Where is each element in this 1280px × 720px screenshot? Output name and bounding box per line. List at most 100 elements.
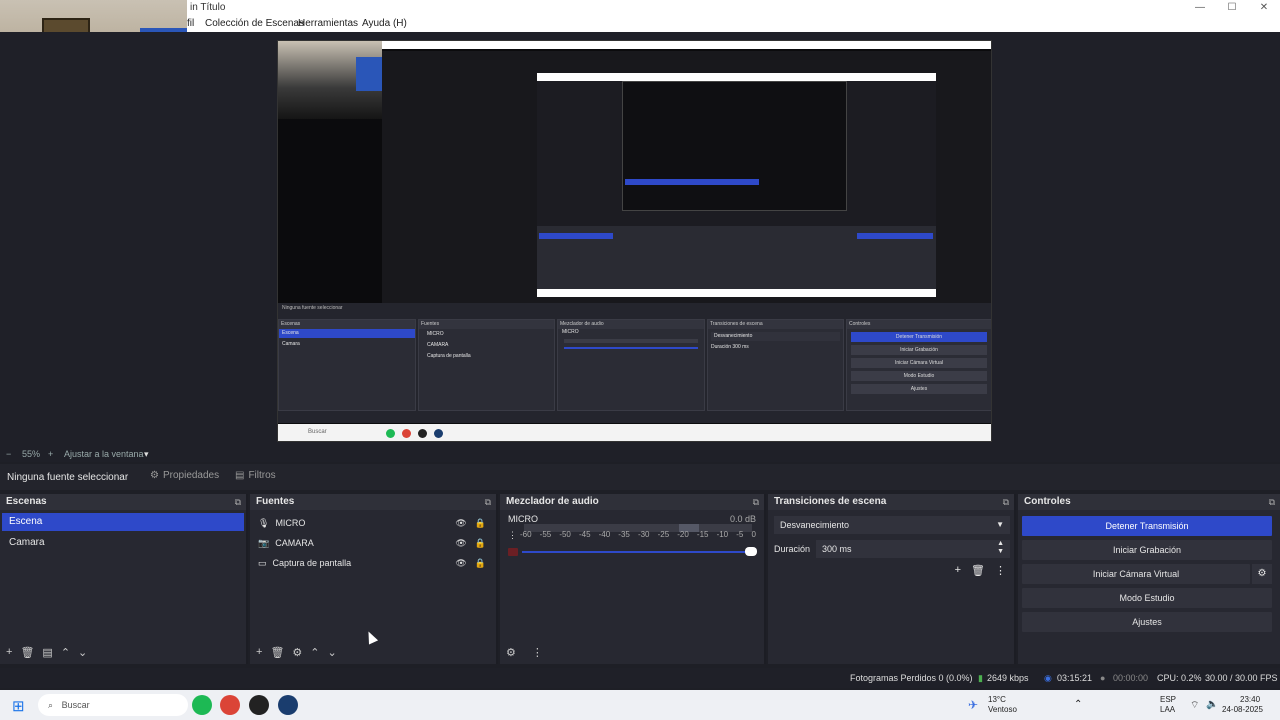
trash-icon[interactable]: 🗑 bbox=[971, 564, 985, 577]
move-up-icon[interactable]: ⌃ bbox=[310, 646, 319, 660]
menu-tools[interactable]: Herramientas bbox=[298, 18, 358, 29]
mixer-header: Mezclador de audio ⧉ bbox=[500, 494, 764, 510]
preview-area[interactable]: Ninguna fuente seleccionar Escenas Escen… bbox=[0, 32, 1280, 448]
meter-tick-label: -10 bbox=[716, 530, 729, 539]
record-icon: ● bbox=[1100, 673, 1106, 683]
volume-slider-handle[interactable] bbox=[745, 547, 757, 556]
window-controls: — ☐ ✕ bbox=[1184, 0, 1280, 16]
add-icon[interactable]: + bbox=[6, 646, 12, 660]
undock-icon[interactable]: ⧉ bbox=[1003, 494, 1009, 510]
menu-file[interactable]: fil bbox=[187, 18, 194, 29]
meter-tick-label: -35 bbox=[618, 530, 630, 539]
obs-icon[interactable] bbox=[249, 695, 269, 715]
close-button[interactable]: ✕ bbox=[1248, 0, 1280, 16]
gear-icon[interactable]: ⚙ bbox=[292, 646, 302, 660]
menu-scene-collection[interactable]: Colección de Escenas bbox=[205, 18, 304, 29]
clock-time[interactable]: 23:40 bbox=[1240, 695, 1260, 704]
mixer-channel-name: MICRO bbox=[508, 514, 538, 524]
nested-controls-title: Controles bbox=[847, 320, 991, 329]
lang-code[interactable]: ESP bbox=[1160, 695, 1176, 704]
mixer-dock: Mezclador de audio ⧉ MICRO 0.0 dB ⋮ -60-… bbox=[500, 494, 766, 664]
lock-icon[interactable]: 🔒 bbox=[475, 533, 486, 553]
transition-select[interactable]: Desvanecimiento ▼ bbox=[774, 516, 1010, 534]
nested-transitions-dock: Transiciones de escena Desvanecimiento D… bbox=[707, 319, 844, 411]
undock-icon[interactable]: ⧉ bbox=[235, 494, 241, 510]
duration-label: Duración bbox=[774, 544, 811, 554]
kebab-menu-icon[interactable]: ⋮ bbox=[532, 646, 543, 660]
scenes-toolbar: + 🗑 ▤ ⌃ ⌄ bbox=[0, 646, 246, 660]
zoom-fit-label[interactable]: Ajustar a la ventana bbox=[64, 449, 144, 459]
nested-duration-label: Duración bbox=[711, 344, 732, 350]
advanced-audio-icon[interactable]: ⚙ bbox=[506, 646, 516, 660]
trash-icon[interactable]: 🗑 bbox=[20, 646, 34, 660]
kebab-menu-icon[interactable]: ⋮ bbox=[995, 564, 1006, 577]
undock-icon[interactable]: ⧉ bbox=[753, 494, 759, 510]
mixer-toolbar: ⚙ ⋮ bbox=[500, 646, 764, 660]
duration-input[interactable]: 300 ms ▲ ▼ bbox=[816, 540, 1010, 558]
zoom-out-button[interactable]: − bbox=[6, 449, 11, 459]
source-item-micro[interactable]: 🎙 MICRO 👁 🔒 bbox=[250, 513, 496, 533]
zoom-in-button[interactable]: + bbox=[48, 449, 53, 459]
lang-layout[interactable]: LAA bbox=[1160, 705, 1175, 714]
nested-webcam bbox=[278, 41, 382, 119]
minimize-button[interactable]: — bbox=[1184, 0, 1216, 16]
kebab-menu-icon[interactable]: ⋮ bbox=[508, 530, 517, 541]
taskbar-search[interactable]: ⌕ Buscar bbox=[38, 694, 188, 716]
maximize-button[interactable]: ☐ bbox=[1216, 0, 1248, 16]
source-item-camara[interactable]: 📷 CAMARA 👁 🔒 bbox=[250, 533, 496, 553]
virtual-camera-gear-icon[interactable]: ⚙ bbox=[1252, 564, 1272, 584]
scenes-header: Escenas ⧉ bbox=[0, 494, 246, 510]
wifi-icon[interactable]: ⌔ bbox=[1190, 699, 1199, 712]
move-down-icon[interactable]: ⌄ bbox=[328, 646, 337, 660]
zoom-dropdown-icon[interactable]: ▾ bbox=[144, 449, 149, 460]
move-up-icon[interactable]: ⌃ bbox=[61, 646, 70, 660]
settings-button[interactable]: Ajustes bbox=[1022, 612, 1272, 632]
undock-icon[interactable]: ⧉ bbox=[1269, 494, 1275, 510]
nested-title-bar bbox=[278, 41, 991, 49]
volume-slider-track[interactable] bbox=[522, 551, 752, 553]
eye-icon[interactable]: 👁 bbox=[455, 553, 466, 573]
meter-tick-label: -30 bbox=[637, 530, 650, 539]
source-item-captura[interactable]: ▭ Captura de pantalla 👁 🔒 bbox=[250, 553, 496, 573]
undock-icon[interactable]: ⧉ bbox=[485, 494, 491, 510]
move-down-icon[interactable]: ⌄ bbox=[78, 646, 87, 660]
mute-indicator-icon[interactable] bbox=[508, 548, 518, 556]
nested-src-camara: CAMARA bbox=[427, 342, 449, 348]
source-label: CAMARA bbox=[275, 538, 314, 548]
add-icon[interactable]: + bbox=[955, 564, 961, 577]
properties-button[interactable]: ⚙ Propiedades bbox=[150, 470, 219, 481]
filter-icon[interactable]: ▤ bbox=[42, 646, 52, 660]
nested-mixer-dock: Mezclador de audio MICRO bbox=[557, 319, 705, 411]
add-icon[interactable]: + bbox=[256, 646, 262, 660]
volume-icon[interactable]: 🔈 bbox=[1206, 699, 1218, 710]
filters-label: Filtros bbox=[248, 470, 276, 481]
cpu-usage: CPU: 0.2% bbox=[1157, 673, 1202, 683]
start-recording-button[interactable]: Iniciar Grabación bbox=[1022, 540, 1272, 560]
studio-mode-button[interactable]: Modo Estudio bbox=[1022, 588, 1272, 608]
lock-icon[interactable]: 🔒 bbox=[475, 553, 486, 573]
steam-icon[interactable] bbox=[278, 695, 298, 715]
filters-button[interactable]: ▤ Filtros bbox=[235, 470, 276, 481]
eye-icon[interactable]: 👁 bbox=[455, 513, 466, 533]
nested-src-micro: MICRO bbox=[427, 331, 444, 337]
eye-icon[interactable]: 👁 bbox=[455, 533, 466, 553]
meter-tick-label: 0 bbox=[751, 530, 756, 539]
scene-item-escena[interactable]: Escena bbox=[2, 513, 244, 531]
start-virtual-camera-button[interactable]: Iniciar Cámara Virtual bbox=[1022, 564, 1250, 584]
trash-icon[interactable]: 🗑 bbox=[270, 646, 284, 660]
lock-icon[interactable]: 🔒 bbox=[475, 513, 486, 533]
scene-item-camara[interactable]: Camara bbox=[2, 534, 244, 552]
spinner-icon[interactable]: ▲ ▼ bbox=[997, 540, 1004, 556]
zoom-bar: − 55% + Ajustar a la ventana ▾ bbox=[0, 448, 1280, 462]
preview-canvas[interactable]: Ninguna fuente seleccionar Escenas Escen… bbox=[277, 40, 992, 442]
menu-help[interactable]: Ayuda (H) bbox=[362, 18, 407, 29]
chevron-up-icon[interactable]: ⌃ bbox=[1074, 699, 1082, 710]
status-bar: Fotogramas Perdidos 0 (0.0%) ▮ 2649 kbps… bbox=[0, 668, 1280, 688]
spotify-icon[interactable] bbox=[192, 695, 212, 715]
windows-start-icon[interactable]: ⊞ bbox=[12, 697, 25, 715]
duration-value: 300 ms bbox=[822, 544, 852, 554]
clock-date[interactable]: 24-08-2025 bbox=[1222, 705, 1263, 714]
stop-stream-button[interactable]: Detener Transmisión bbox=[1022, 516, 1272, 536]
source-label: MICRO bbox=[275, 518, 306, 528]
chrome-icon[interactable] bbox=[220, 695, 240, 715]
